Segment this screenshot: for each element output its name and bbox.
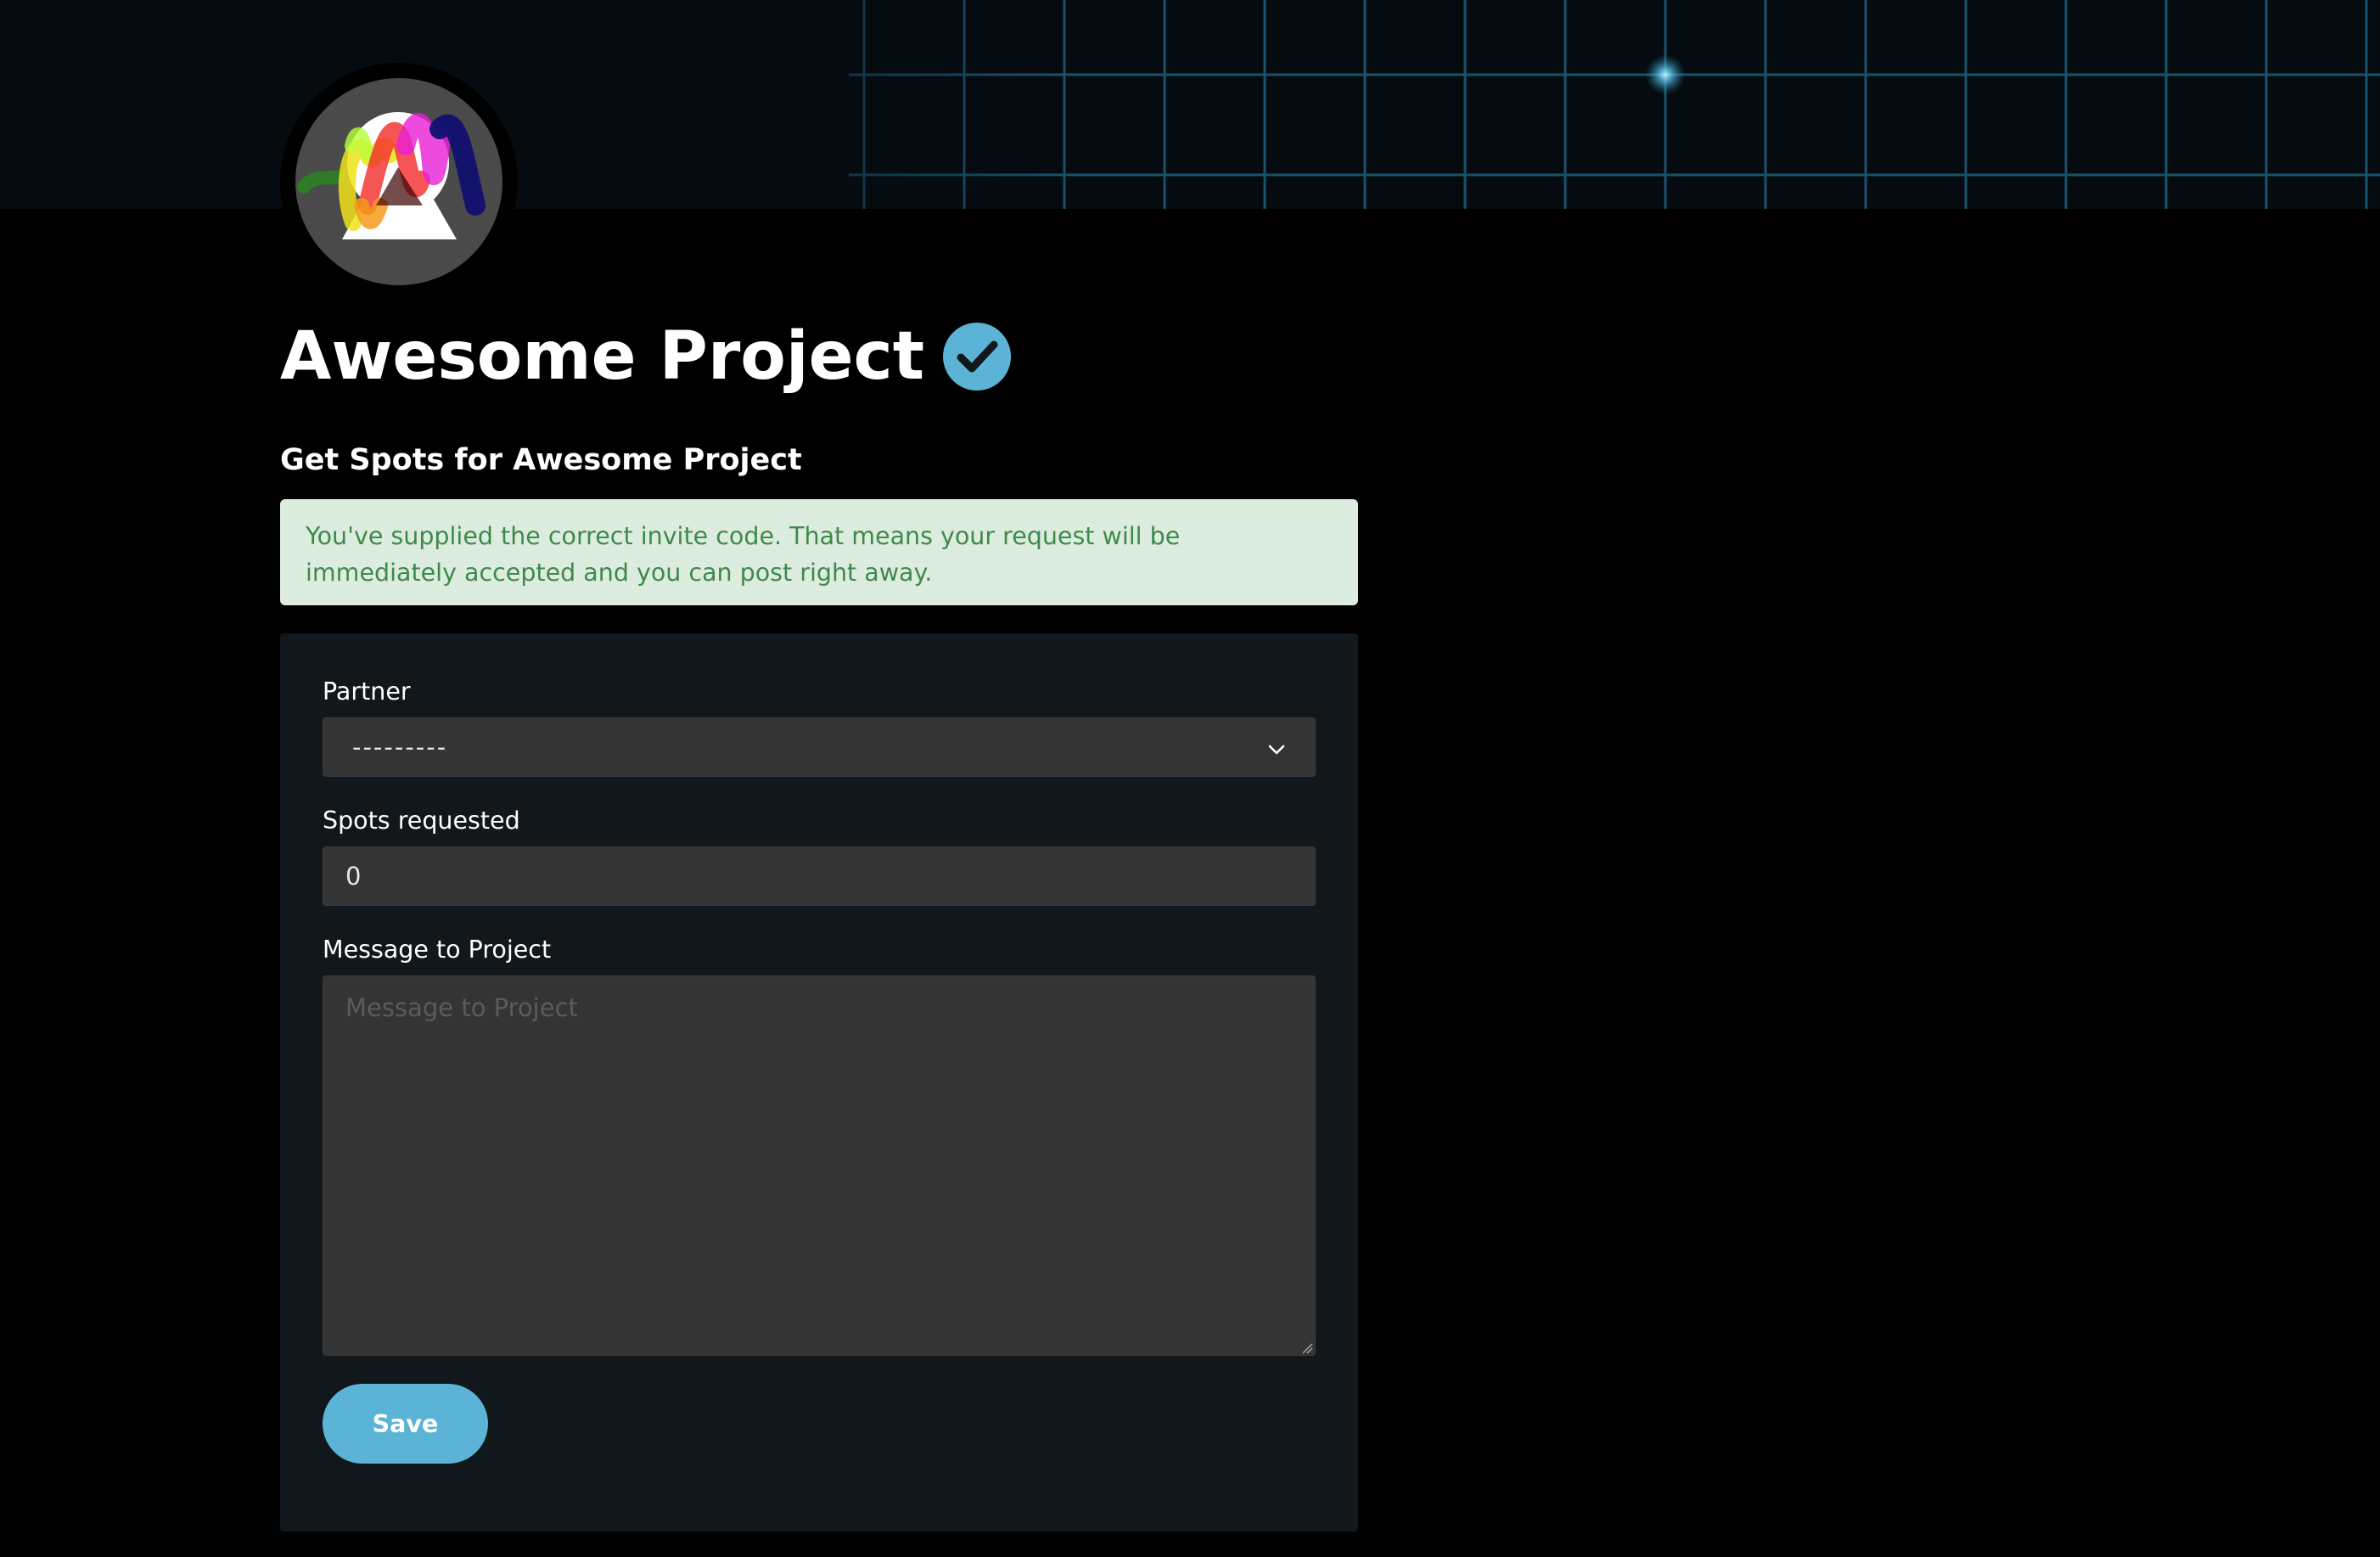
message-textarea[interactable] bbox=[323, 975, 1316, 1356]
spots-input[interactable]: 0 bbox=[323, 846, 1316, 906]
resize-handle-icon[interactable] bbox=[1301, 1341, 1313, 1357]
partner-select[interactable]: --------- bbox=[323, 717, 1316, 777]
project-title: Awesome Project bbox=[280, 318, 925, 395]
message-label: Message to Project bbox=[323, 936, 552, 964]
page: Awesome Project Get Spots for Awesome Pr… bbox=[0, 0, 2380, 1557]
check-circle-icon bbox=[943, 323, 1012, 391]
save-button[interactable]: Save bbox=[323, 1384, 488, 1464]
partner-select-value: --------- bbox=[352, 733, 448, 762]
project-logo bbox=[295, 78, 502, 285]
project-title-row: Awesome Project bbox=[280, 314, 1012, 399]
success-alert: You've supplied the correct invite code.… bbox=[280, 499, 1358, 605]
spots-input-value: 0 bbox=[345, 862, 362, 891]
grid-glow bbox=[1645, 54, 1686, 95]
chevron-down-icon bbox=[1267, 733, 1286, 762]
project-avatar bbox=[280, 63, 518, 301]
partner-label: Partner bbox=[323, 677, 411, 705]
spots-label: Spots requested bbox=[323, 807, 520, 835]
page-heading: Get Spots for Awesome Project bbox=[280, 443, 802, 477]
